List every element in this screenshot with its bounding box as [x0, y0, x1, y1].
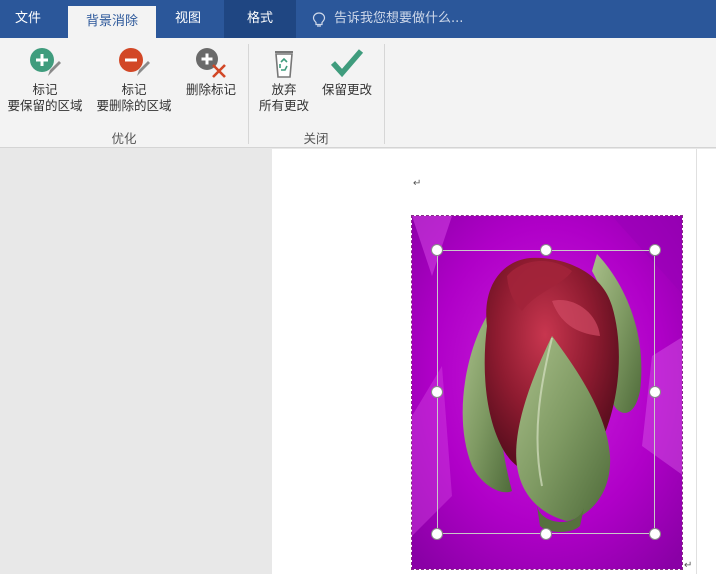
tab-file[interactable]: 文件 — [0, 0, 56, 38]
plus-pencil-icon — [30, 48, 61, 76]
resize-handle-left[interactable] — [431, 386, 443, 398]
delete-mark-button[interactable]: 删除标记 — [180, 46, 242, 98]
discard-all-line1: 放弃 — [271, 82, 297, 97]
resize-handle-right[interactable] — [649, 386, 661, 398]
resize-handle-bottom-right[interactable] — [649, 528, 661, 540]
tell-me-placeholder: 告诉我您想要做什么... — [334, 11, 464, 26]
tell-me-box[interactable]: 告诉我您想要做什么... — [308, 0, 463, 38]
ribbon: 标记 要保留的区域 标记 要删除的区域 删除标记 放弃 所有更改 保留更改 优化… — [0, 38, 716, 148]
resize-handle-top-right[interactable] — [649, 244, 661, 256]
ribbon-separator — [384, 44, 385, 144]
resize-handle-bottom-left[interactable] — [431, 528, 443, 540]
lightbulb-icon — [312, 12, 326, 27]
keep-area-selection[interactable] — [437, 250, 655, 534]
tab-format[interactable]: 格式 — [224, 0, 296, 38]
discard-all-line2: 所有更改 — [258, 98, 309, 113]
mark-remove-button[interactable]: 标记 要删除的区域 — [90, 46, 178, 114]
tab-background-removal[interactable]: 背景消除 — [68, 6, 156, 38]
paragraph-mark: ↵ — [684, 560, 693, 571]
mark-keep-button[interactable]: 标记 要保留的区域 — [2, 46, 88, 114]
mark-keep-line2: 要保留的区域 — [7, 98, 83, 113]
delete-mark-label: 删除标记 — [185, 82, 236, 97]
ribbon-tab-bar: 文件 背景消除 视图 格式 告诉我您想要做什么... — [0, 0, 716, 38]
recycle-bin-icon — [275, 51, 293, 78]
mark-remove-line1: 标记 — [121, 82, 147, 97]
vertical-scrollbar[interactable] — [696, 149, 716, 574]
group-label-close: 关闭 — [303, 131, 329, 146]
tab-view[interactable]: 视图 — [164, 0, 212, 38]
delete-mark-icon — [196, 48, 226, 78]
mark-remove-line2: 要删除的区域 — [96, 98, 172, 113]
discard-all-button[interactable]: 放弃 所有更改 — [254, 46, 314, 114]
minus-pencil-icon — [119, 48, 150, 76]
keep-changes-label: 保留更改 — [321, 82, 372, 97]
checkmark-icon — [330, 49, 364, 78]
resize-handle-top-left[interactable] — [431, 244, 443, 256]
resize-handle-bottom[interactable] — [540, 528, 552, 540]
group-label-refine: 优化 — [111, 131, 137, 146]
keep-changes-button[interactable]: 保留更改 — [316, 46, 378, 98]
paragraph-mark: ↵ — [413, 178, 422, 189]
resize-handle-top[interactable] — [540, 244, 552, 256]
mark-keep-line1: 标记 — [32, 82, 58, 97]
